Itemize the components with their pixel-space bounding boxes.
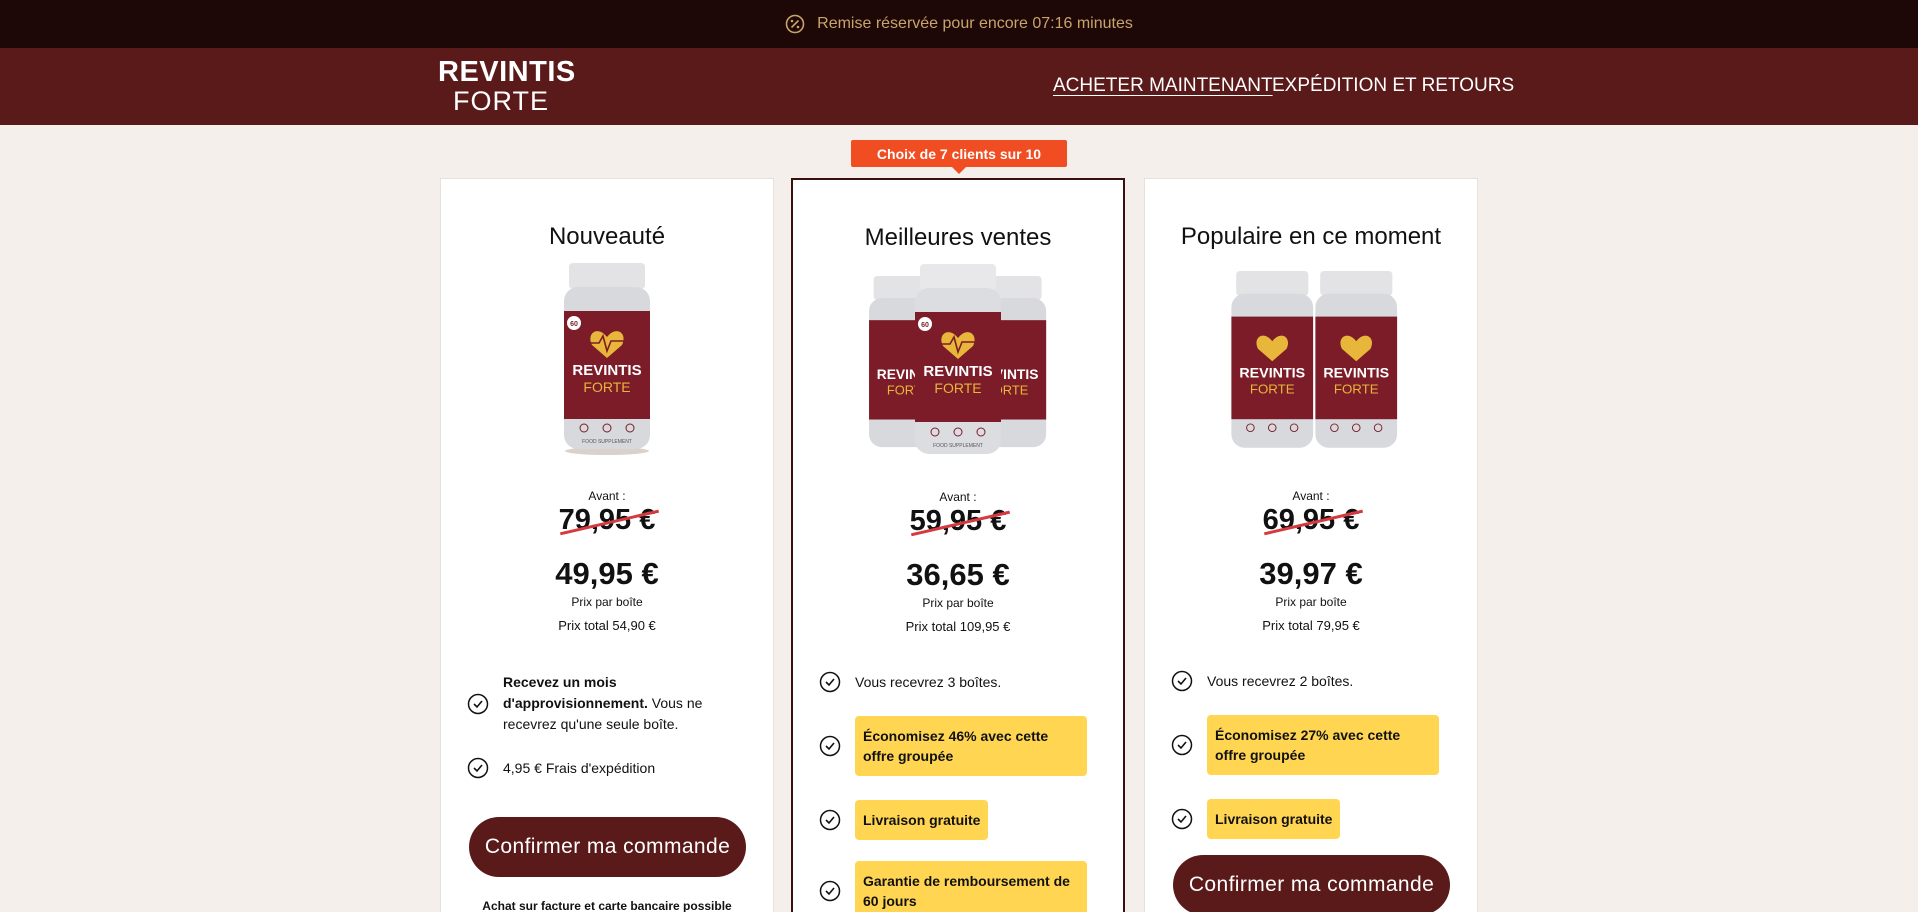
bottle-count: 60 — [570, 321, 578, 328]
check-circle-icon — [1171, 670, 1193, 692]
feature-free-shipping: Livraison gratuite — [819, 800, 1103, 840]
bottle-variant: FORTE — [1250, 382, 1295, 397]
check-circle-icon — [467, 757, 489, 779]
old-price: 59,95 € — [793, 505, 1123, 538]
check-circle-icon — [1171, 808, 1193, 830]
old-price: 69,95 € — [1145, 504, 1477, 537]
new-price: 49,95 € — [555, 556, 659, 591]
bottle-brand: REVINTIS — [572, 362, 641, 379]
feature-bold-text: Recevez un mois d'approvisionnement. — [503, 674, 648, 711]
logo-line-2: FORTE — [452, 86, 549, 116]
money-back-highlight: Garantie de remboursement de 60 jours — [855, 861, 1087, 912]
total-price: Prix total 54,90 € — [558, 618, 656, 633]
discount-timer-bar: Remise réservée pour encore 07:16 minute… — [0, 0, 1918, 48]
savings-highlight: Économisez 27% avec cette offre groupée — [1207, 715, 1439, 775]
offer-card-2[interactable]: Meilleures ventes REVINTIS FORTE REVINTI… — [791, 178, 1125, 912]
logo-line-1: REVINTIS — [438, 56, 576, 88]
check-circle-icon — [819, 880, 841, 902]
feature-free-shipping: Livraison gratuite — [1171, 799, 1457, 839]
check-circle-icon — [819, 809, 841, 831]
feature-text: Recevez un mois d'approvisionnement. Vou… — [503, 672, 753, 735]
nav-shipping-returns[interactable]: EXPÉDITION ET RETOURS — [1272, 75, 1514, 97]
price-per-box-label: Prix par boîte — [922, 596, 994, 610]
bottle-variant: FORTE — [1334, 382, 1379, 397]
offer-card-1[interactable]: Nouveauté REVINTIS FORTE 60 FOOD SUPPLEM… — [440, 178, 774, 912]
site-header: REVINTIS FORTE ACHETER MAINTENANT EXPÉDI… — [0, 48, 1918, 125]
product-image-3-bottles: REVINTIS FORTE REVINTIS FORTE REVINTIS F… — [869, 264, 1047, 454]
price-per-box-label: Prix par boîte — [1275, 595, 1347, 609]
check-circle-icon — [467, 693, 489, 714]
total-price: Prix total 79,95 € — [1262, 618, 1360, 633]
feature-savings: Économisez 27% avec cette offre groupée — [1171, 715, 1457, 775]
card-title: Nouveauté — [548, 223, 666, 250]
bottle-count: 60 — [921, 322, 929, 329]
check-circle-icon — [819, 671, 841, 693]
feature-money-back: Garantie de remboursement de 60 jours — [819, 861, 1103, 912]
old-price-value: 79,95 € — [558, 504, 656, 536]
bottle-variant: FORTE — [583, 379, 630, 395]
before-label: Avant : — [939, 490, 977, 504]
new-price: 39,97 € — [1259, 556, 1363, 591]
bottle-brand: REVINTIS — [923, 363, 992, 380]
feature-box-count: Vous recevrez 3 boîtes. — [819, 671, 1103, 693]
bottle-brand: REVINTIS — [1239, 365, 1305, 381]
product-image-2-bottles: REVINTIS FORTE REVINTIS FORTE — [1231, 271, 1398, 448]
confirm-order-button[interactable]: Confirmer ma commande — [469, 817, 746, 877]
confirm-order-button[interactable]: Confirmer ma commande — [1173, 855, 1450, 912]
nav-buy-now[interactable]: ACHETER MAINTENANT — [1053, 75, 1273, 97]
popular-choice-badge: Choix de 7 clients sur 10 — [851, 140, 1067, 174]
feature-text: Vous recevrez 3 boîtes. — [855, 673, 1002, 690]
new-price: 36,65 € — [906, 557, 1010, 592]
feature-text: 4,95 € Frais d'expédition — [503, 759, 656, 776]
feature-box-count: Vous recevrez 2 boîtes. — [1171, 670, 1457, 692]
bottle-supplement: FOOD SUPPLEMENT — [582, 439, 632, 445]
discount-timer-text: Remise réservée pour encore 07:16 minute… — [817, 15, 1133, 32]
bottle-brand: REVINTIS — [1323, 365, 1389, 381]
free-shipping-highlight: Livraison gratuite — [1207, 799, 1341, 839]
feature-text: Vous recevrez 2 boîtes. — [1207, 672, 1354, 689]
feature-supply: Recevez un mois d'approvisionnement. Vou… — [467, 672, 753, 735]
product-image-1-bottle: REVINTIS FORTE 60 FOOD SUPPLEMENT — [564, 263, 650, 455]
check-circle-icon — [1171, 734, 1193, 756]
before-label: Avant : — [1292, 489, 1330, 503]
feature-savings: Économisez 46% avec cette offre groupée — [819, 716, 1103, 776]
offer-card-3[interactable]: Populaire en ce moment REVINTIS FORTE RE… — [1144, 178, 1478, 912]
logo[interactable]: REVINTIS FORTE — [438, 56, 576, 116]
payment-note: Achat sur facture et carte bancaire poss… — [482, 899, 732, 912]
card-title: Populaire en ce moment — [1180, 223, 1442, 250]
percent-badge-icon — [785, 14, 805, 34]
bottle-supplement: FOOD SUPPLEMENT — [933, 443, 983, 449]
total-price: Prix total 109,95 € — [905, 619, 1011, 634]
price-per-box-label: Prix par boîte — [571, 595, 643, 609]
bottle-variant: FORTE — [934, 380, 981, 396]
free-shipping-highlight: Livraison gratuite — [855, 800, 989, 840]
before-label: Avant : — [588, 489, 626, 503]
card-title: Meilleures ventes — [864, 224, 1052, 251]
savings-highlight: Économisez 46% avec cette offre groupée — [855, 716, 1087, 776]
feature-shipping-fee: 4,95 € Frais d'expédition — [467, 757, 753, 779]
old-price-value: 59,95 € — [909, 505, 1007, 537]
old-price: 79,95 € — [441, 504, 773, 537]
check-circle-icon — [819, 735, 841, 757]
old-price-value: 69,95 € — [1262, 504, 1360, 536]
